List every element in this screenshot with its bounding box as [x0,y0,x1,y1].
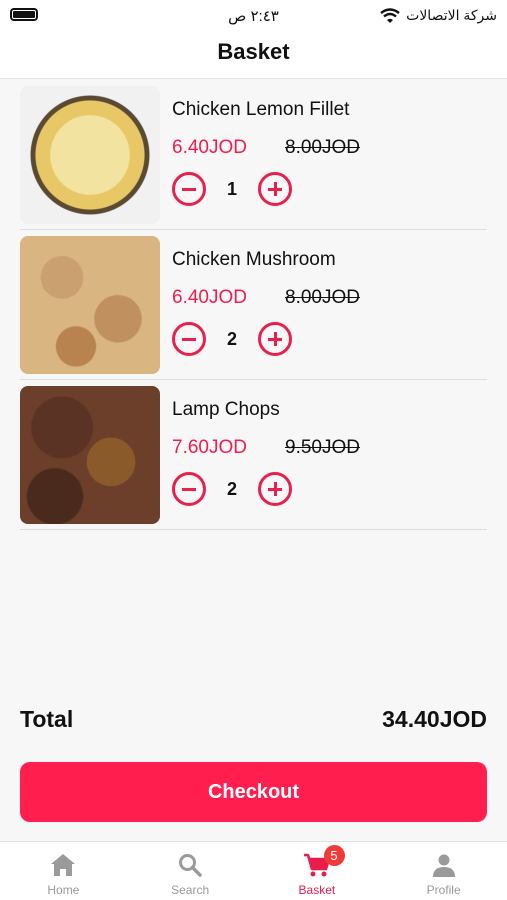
item-price: 6.40JOD [172,287,247,308]
item-price: 6.40JOD [172,137,247,158]
tab-label: Basket [298,883,336,897]
tab-label: Search [171,883,210,897]
total-value: 34.40JOD [382,706,487,732]
quantity-value: 2 [226,478,237,499]
home-icon [51,854,76,876]
quantity-stepper: 1 [172,172,292,206]
cart-count-badge: 5 [323,845,345,866]
item-name: Lamp Chops [172,399,280,420]
status-carrier-group: شركة الاتصالات [380,7,497,24]
increase-quantity-button[interactable] [258,322,292,356]
item-name: Chicken Mushroom [172,249,336,270]
increase-quantity-button[interactable] [258,172,292,206]
item-original-price: 8.00JOD [285,137,360,158]
basket-item: Lamp Chops 7.60JOD 9.50JOD 2 [20,380,487,530]
quantity-value: 1 [226,178,237,199]
decrease-quantity-button[interactable] [172,472,206,506]
item-name: Chicken Lemon Fillet [172,99,350,120]
minus-icon [182,187,196,191]
tab-label: Profile [426,883,461,897]
search-icon [179,854,202,877]
status-bar: ٢:٤٣ ص شركة الاتصالات [0,0,507,30]
basket-item: Chicken Mushroom 6.40JOD 8.00JOD 2 [20,230,487,380]
tab-search[interactable]: Search [127,842,254,900]
basket-item: Chicken Lemon Fillet 6.40JOD 8.00JOD 1 [20,80,487,230]
item-image [20,386,160,524]
minus-icon [182,487,196,491]
person-icon [432,854,455,877]
tab-bar: Home Search 5 Basket Profile [0,841,507,900]
decrease-quantity-button[interactable] [172,322,206,356]
total-label: Total [20,706,74,732]
tab-home[interactable]: Home [0,842,127,900]
tab-basket[interactable]: 5 Basket [254,842,381,900]
tab-profile[interactable]: Profile [380,842,507,900]
item-original-price: 8.00JOD [285,287,360,308]
carrier-name: شركة الاتصالات [406,7,497,23]
item-image [20,86,160,224]
quantity-stepper: 2 [172,322,292,356]
wifi-icon [380,8,400,23]
basket-list: Chicken Lemon Fillet 6.40JOD 8.00JOD 1 C… [20,80,487,530]
checkout-button[interactable]: Checkout [20,762,487,822]
quantity-stepper: 2 [172,472,292,506]
quantity-value: 2 [226,328,237,349]
tab-label: Home [47,883,80,897]
page-title: Basket [217,39,290,64]
item-price: 7.60JOD [172,437,247,458]
item-image [20,236,160,374]
nav-header: Basket [0,30,507,79]
decrease-quantity-button[interactable] [172,172,206,206]
minus-icon [182,337,196,341]
increase-quantity-button[interactable] [258,472,292,506]
item-original-price: 9.50JOD [285,437,360,458]
